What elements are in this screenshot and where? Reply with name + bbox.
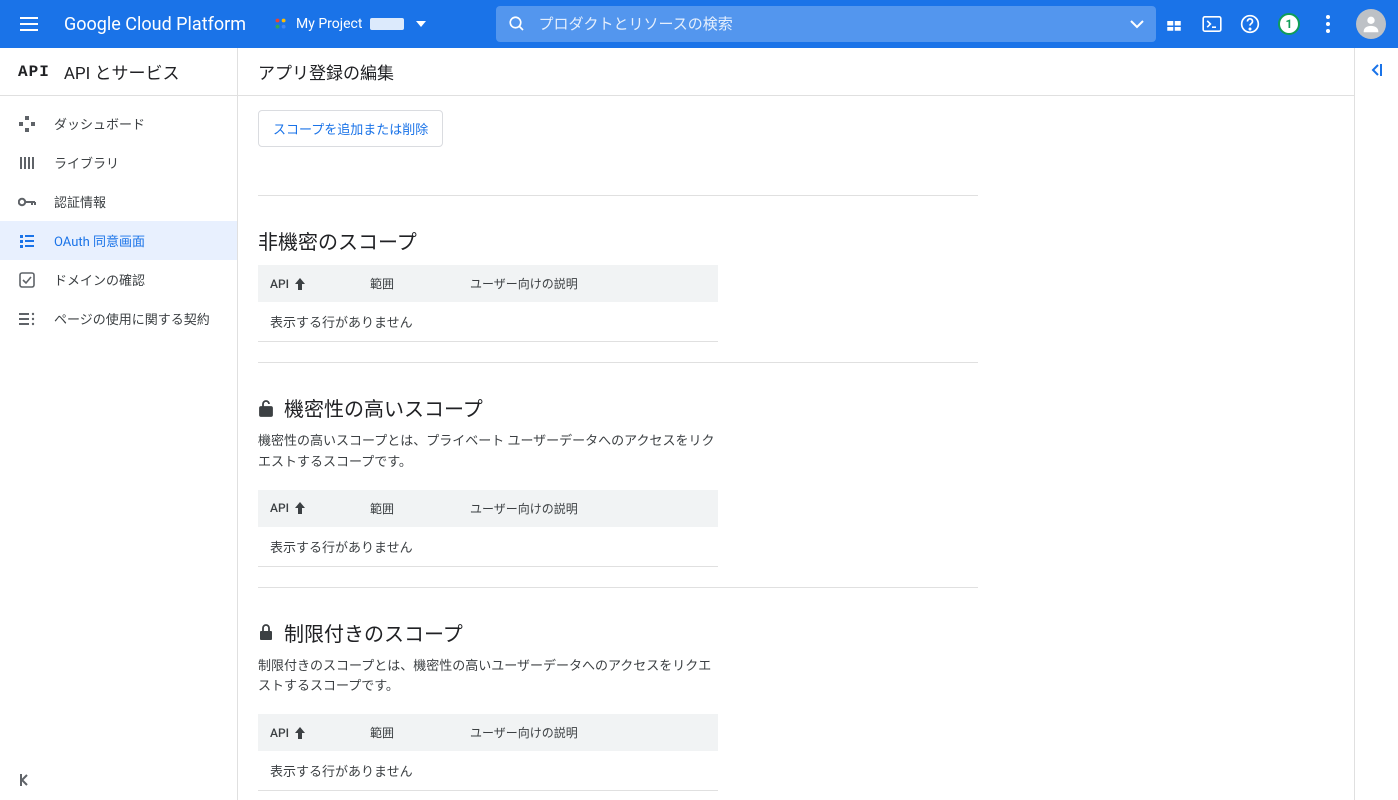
sort-arrow-up-icon xyxy=(295,278,305,290)
sidebar-title-text: API とサービス xyxy=(64,59,180,84)
menu-icon[interactable] xyxy=(20,12,44,36)
divider xyxy=(258,362,978,363)
project-id-redacted xyxy=(370,18,404,30)
unlock-icon xyxy=(258,399,274,417)
more-vert-icon[interactable] xyxy=(1318,14,1338,34)
sidebar-item-dashboard[interactable]: ダッシュボード xyxy=(0,104,237,143)
library-icon xyxy=(18,154,36,172)
key-icon xyxy=(18,193,36,211)
sidebar: API API とサービス ダッシュボード ライブラリ 認証情報 OAuth 同… xyxy=(0,48,238,800)
table-empty-row: 表示する行がありません xyxy=(258,527,718,567)
main-content: アプリ登録の編集 スコープを追加または削除 非機密のスコープ API 範囲 xyxy=(238,48,1354,800)
col-range[interactable]: 範囲 xyxy=(370,724,470,741)
right-rail xyxy=(1354,48,1398,800)
sidebar-item-credentials[interactable]: 認証情報 xyxy=(0,182,237,221)
section-desc-restricted: 制限付きのスコープとは、機密性の高いユーザーデータへのアクセスをリクエストするス… xyxy=(258,657,718,699)
check-box-icon xyxy=(18,271,36,289)
table-empty-row: 表示する行がありません xyxy=(258,751,718,791)
project-icon xyxy=(274,17,288,31)
col-range[interactable]: 範囲 xyxy=(370,500,470,517)
col-api[interactable]: API xyxy=(270,275,370,292)
sort-arrow-up-icon xyxy=(295,502,305,514)
sort-arrow-up-icon xyxy=(295,727,305,739)
table-header: API 範囲 ユーザー向けの説明 xyxy=(258,714,718,751)
collapse-sidebar-icon[interactable] xyxy=(18,772,36,790)
gift-icon[interactable] xyxy=(1164,14,1184,34)
consent-icon xyxy=(18,232,36,250)
divider xyxy=(258,195,978,196)
lock-icon xyxy=(258,623,274,641)
notification-badge[interactable]: 1 xyxy=(1278,13,1300,35)
add-remove-scope-button[interactable]: スコープを追加または削除 xyxy=(258,110,443,147)
restricted-scope-table: API 範囲 ユーザー向けの説明 表示する行がありません xyxy=(258,714,718,791)
sidebar-item-page-usage-agreement[interactable]: ページの使用に関する契約 xyxy=(0,299,237,338)
sidebar-title: API API とサービス xyxy=(0,48,237,96)
sidebar-item-label: ダッシュボード xyxy=(54,114,145,133)
cloud-shell-icon[interactable] xyxy=(1202,14,1222,34)
col-desc[interactable]: ユーザー向けの説明 xyxy=(470,724,706,741)
col-api[interactable]: API xyxy=(270,500,370,517)
table-header: API 範囲 ユーザー向けの説明 xyxy=(258,490,718,527)
sidebar-item-label: ドメインの確認 xyxy=(54,270,145,289)
section-title-restricted: 制限付きのスコープ xyxy=(258,618,978,647)
sidebar-item-domain-verification[interactable]: ドメインの確認 xyxy=(0,260,237,299)
project-name: My Project xyxy=(296,16,362,32)
search-icon xyxy=(508,15,526,33)
chevron-down-icon[interactable] xyxy=(1130,20,1144,29)
section-title-nonsensitive: 非機密のスコープ xyxy=(258,226,978,255)
avatar[interactable] xyxy=(1356,9,1386,39)
project-selector[interactable]: My Project xyxy=(264,10,436,38)
sidebar-item-label: ページの使用に関する契約 xyxy=(54,309,210,328)
help-icon[interactable] xyxy=(1240,14,1260,34)
table-empty-row: 表示する行がありません xyxy=(258,302,718,342)
sidebar-item-label: ライブラリ xyxy=(54,153,119,172)
dashboard-icon xyxy=(18,115,36,133)
top-header: Google Cloud Platform My Project 1 xyxy=(0,0,1398,48)
sidebar-item-label: 認証情報 xyxy=(54,192,106,211)
expand-right-panel-icon[interactable] xyxy=(1369,62,1385,78)
search-box[interactable] xyxy=(496,6,1156,42)
page-title: アプリ登録の編集 xyxy=(238,48,1354,96)
section-title-sensitive: 機密性の高いスコープ xyxy=(258,393,978,422)
col-desc[interactable]: ユーザー向けの説明 xyxy=(470,500,706,517)
agreement-icon xyxy=(18,310,36,328)
divider xyxy=(258,587,978,588)
sidebar-item-label: OAuth 同意画面 xyxy=(54,231,145,250)
col-api[interactable]: API xyxy=(270,724,370,741)
col-range[interactable]: 範囲 xyxy=(370,275,470,292)
nonsensitive-scope-table: API 範囲 ユーザー向けの説明 表示する行がありません xyxy=(258,265,718,342)
header-actions: 1 xyxy=(1164,9,1386,39)
sidebar-item-library[interactable]: ライブラリ xyxy=(0,143,237,182)
col-desc[interactable]: ユーザー向けの説明 xyxy=(470,275,706,292)
section-desc-sensitive: 機密性の高いスコープとは、プライベート ユーザーデータへのアクセスをリクエストす… xyxy=(258,432,718,474)
api-logo-icon: API xyxy=(18,63,50,81)
caret-down-icon xyxy=(416,21,426,27)
table-header: API 範囲 ユーザー向けの説明 xyxy=(258,265,718,302)
search-input[interactable] xyxy=(538,15,1118,33)
sensitive-scope-table: API 範囲 ユーザー向けの説明 表示する行がありません xyxy=(258,490,718,567)
sidebar-nav: ダッシュボード ライブラリ 認証情報 OAuth 同意画面 ドメインの確認 ペー… xyxy=(0,96,237,761)
sidebar-item-oauth-consent[interactable]: OAuth 同意画面 xyxy=(0,221,237,260)
gcp-logo[interactable]: Google Cloud Platform xyxy=(64,14,246,35)
